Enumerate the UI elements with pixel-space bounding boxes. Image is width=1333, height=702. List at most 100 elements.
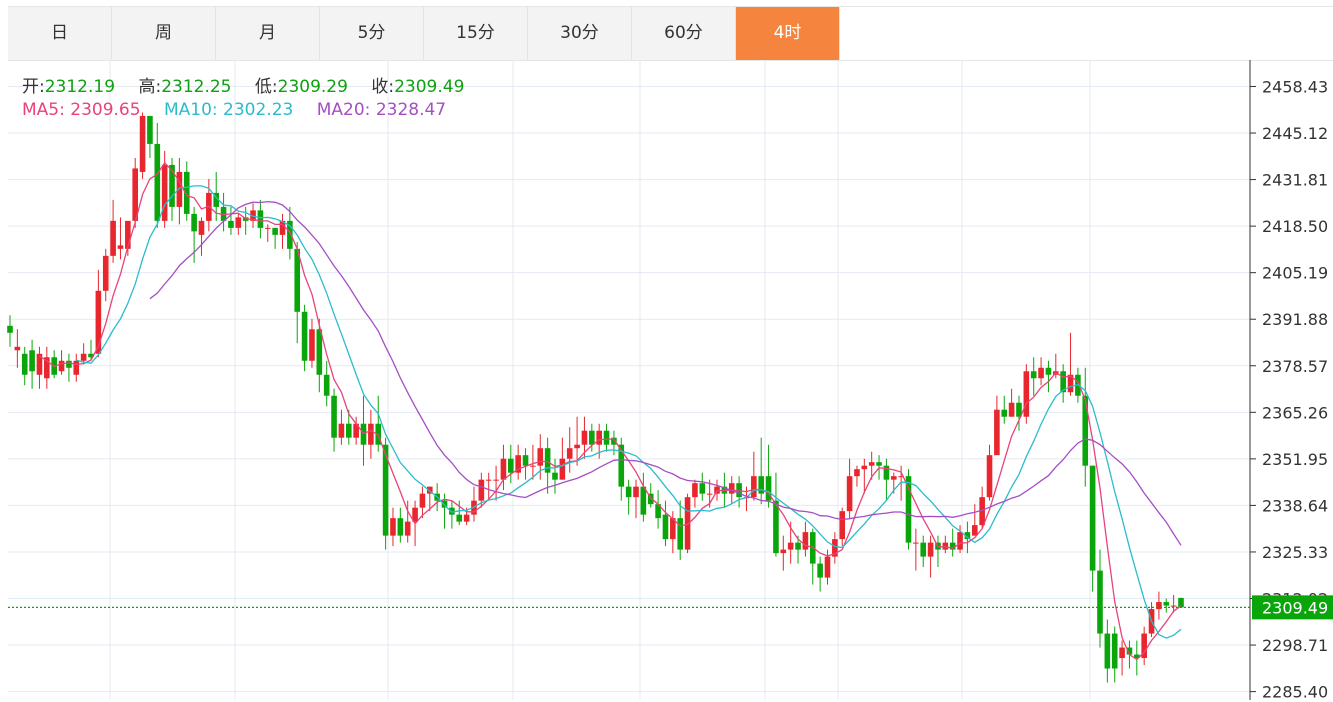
candle-body bbox=[390, 518, 396, 536]
ohlc-readout: 开:2312.19 高:2312.25 低:2309.29 收:2309.49 bbox=[22, 72, 482, 97]
candle-body bbox=[633, 486, 639, 498]
candle bbox=[986, 444, 993, 501]
ma-readout: MA5: 2309.65 MA10: 2302.23 MA20: 2328.47 bbox=[22, 100, 446, 120]
candle-body bbox=[198, 220, 205, 235]
candle-body bbox=[1104, 633, 1111, 669]
price-tick-label: 2338.64 bbox=[1262, 496, 1328, 515]
high-label: 高: bbox=[138, 77, 162, 97]
candle-body bbox=[316, 329, 323, 375]
ma5-label: MA5: bbox=[22, 100, 65, 120]
candle bbox=[117, 217, 124, 260]
candle-body bbox=[773, 500, 779, 554]
candle-body bbox=[787, 542, 794, 550]
price-tick-label: 2445.12 bbox=[1262, 124, 1328, 143]
candle bbox=[272, 227, 278, 249]
candle bbox=[73, 353, 80, 382]
candle-body bbox=[846, 476, 853, 512]
candle-body bbox=[1038, 367, 1044, 379]
high-value: 2312.25 bbox=[161, 77, 232, 97]
candle-body bbox=[662, 514, 669, 540]
candle bbox=[942, 535, 949, 554]
candle-body bbox=[419, 493, 426, 508]
candle bbox=[633, 479, 639, 519]
candle-body bbox=[640, 486, 647, 515]
candle bbox=[530, 444, 536, 480]
candle bbox=[994, 395, 1000, 456]
candle bbox=[471, 486, 477, 522]
price-tick-label: 2298.71 bbox=[1262, 636, 1328, 655]
candle-body bbox=[58, 360, 65, 372]
candle-body bbox=[854, 469, 860, 477]
candle bbox=[228, 206, 234, 235]
candle bbox=[493, 465, 499, 501]
candle-body bbox=[1111, 633, 1118, 669]
candle-body bbox=[817, 563, 823, 578]
candle-body bbox=[110, 220, 116, 256]
candle-body bbox=[890, 476, 897, 480]
candle-body bbox=[345, 423, 352, 438]
candle-body bbox=[942, 542, 949, 550]
candle bbox=[58, 350, 65, 375]
candle-body bbox=[463, 514, 470, 522]
candle bbox=[773, 472, 779, 557]
candle-body bbox=[596, 430, 602, 445]
candle-body bbox=[824, 556, 831, 578]
ma5-value: 2309.65 bbox=[70, 100, 141, 120]
candle-body bbox=[117, 245, 124, 249]
candle-body bbox=[368, 423, 374, 445]
candle-body bbox=[920, 542, 927, 557]
candle bbox=[920, 535, 927, 568]
candle bbox=[1030, 357, 1037, 396]
candle-body bbox=[1163, 602, 1170, 606]
candle bbox=[338, 409, 345, 445]
candle-body bbox=[493, 479, 499, 481]
candle bbox=[1111, 626, 1118, 683]
price-tick-label: 2365.26 bbox=[1262, 403, 1328, 422]
candle bbox=[1104, 619, 1111, 683]
candle bbox=[139, 112, 146, 179]
candle bbox=[913, 528, 919, 571]
candle-body bbox=[530, 465, 536, 467]
candle bbox=[1156, 591, 1162, 620]
candle-body bbox=[927, 542, 934, 557]
candle-body bbox=[868, 462, 875, 466]
candle-body bbox=[7, 325, 13, 333]
candle bbox=[662, 500, 669, 547]
candle-body bbox=[80, 353, 87, 361]
ma20-value: 2328.47 bbox=[375, 100, 447, 120]
candle-body bbox=[1119, 647, 1125, 659]
candle bbox=[802, 521, 809, 557]
candle-body bbox=[839, 511, 846, 540]
candle bbox=[603, 423, 610, 452]
candle-body bbox=[795, 542, 801, 550]
candle-body bbox=[456, 514, 463, 522]
candle-body bbox=[331, 395, 337, 438]
candle-body bbox=[264, 227, 271, 229]
candle-body bbox=[1008, 402, 1015, 417]
candle-body bbox=[537, 448, 544, 466]
candle bbox=[301, 304, 308, 372]
candle-body bbox=[29, 350, 35, 372]
candle-body bbox=[566, 448, 573, 459]
candle-body bbox=[301, 311, 308, 361]
candle bbox=[390, 507, 396, 547]
close-label: 收: bbox=[371, 77, 395, 97]
candle bbox=[7, 315, 13, 347]
candle-body bbox=[500, 458, 507, 480]
candle bbox=[331, 388, 337, 452]
candles-layer bbox=[7, 112, 1184, 683]
candle bbox=[971, 504, 978, 536]
candle bbox=[1008, 388, 1015, 417]
candle-body bbox=[986, 455, 993, 498]
candle-body bbox=[228, 220, 234, 228]
candle-body bbox=[257, 210, 264, 228]
candle bbox=[323, 360, 330, 407]
candle-body bbox=[485, 479, 492, 481]
candle bbox=[1089, 465, 1096, 592]
candle bbox=[102, 248, 109, 302]
candle-body bbox=[21, 353, 28, 375]
candle-body bbox=[191, 213, 197, 232]
low-label: 低: bbox=[254, 77, 278, 97]
candle-body bbox=[1030, 371, 1037, 379]
candle-body bbox=[1023, 371, 1030, 417]
